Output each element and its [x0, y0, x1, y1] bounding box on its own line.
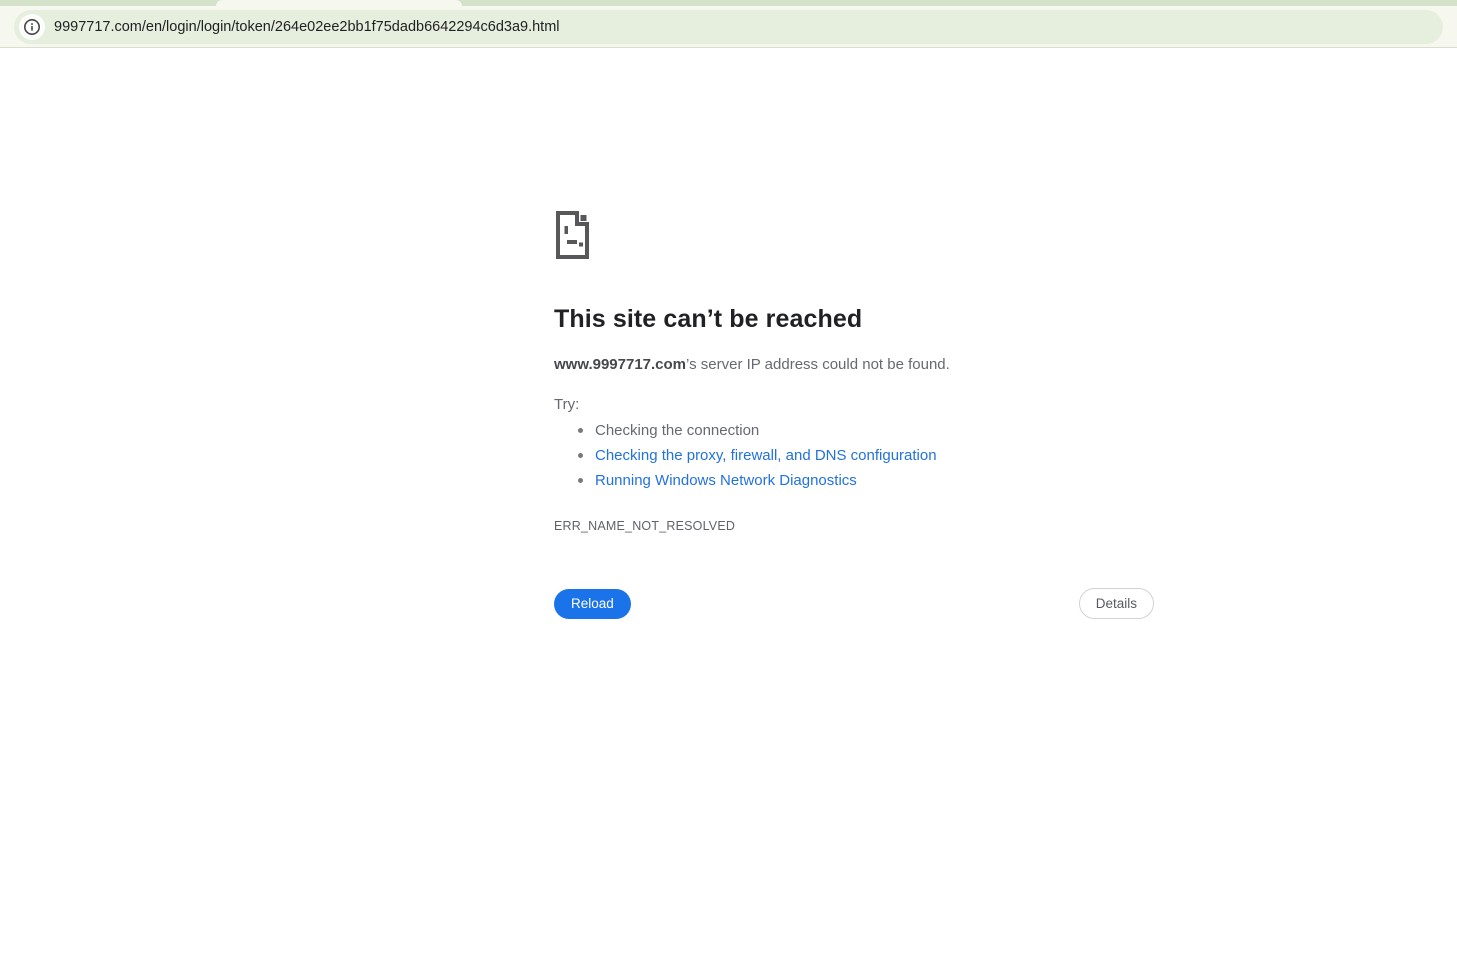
url-text: 9997717.com/en/login/login/token/264e02e… [54, 18, 560, 35]
details-button[interactable]: Details [1078, 588, 1154, 619]
windows-network-diagnostics-link[interactable]: Running Windows Network Diagnostics [595, 472, 857, 489]
error-message-rest: ’s server IP address could not be found. [686, 356, 950, 373]
suggestion-network-diagnostics: Running Windows Network Diagnostics [578, 471, 1154, 490]
error-page: This site can’t be reached www.9997717.c… [0, 48, 1457, 959]
try-label: Try: [554, 396, 580, 413]
reload-button[interactable]: Reload [554, 588, 631, 619]
url-bar[interactable]: 9997717.com/en/login/login/token/264e02e… [14, 9, 1443, 44]
error-code: ERR_NAME_NOT_RESOLVED [554, 519, 736, 533]
suggestion-proxy-firewall-dns: Checking the proxy, firewall, and DNS co… [578, 446, 1154, 465]
suggestion-checking-connection: Checking the connection [578, 421, 1154, 440]
proxy-firewall-dns-link[interactable]: Checking the proxy, firewall, and DNS co… [595, 447, 937, 464]
action-buttons: Reload Details [554, 588, 1154, 619]
site-info-button[interactable] [19, 13, 45, 40]
browser-toolbar: 9997717.com/en/login/login/token/264e02e… [0, 6, 1457, 48]
error-message: www.9997717.com’s server IP address coul… [554, 355, 1154, 375]
info-icon [24, 18, 40, 35]
suggestion-text: Checking the connection [595, 422, 760, 439]
browser-chrome: 9997717.com/en/login/login/token/264e02e… [0, 0, 1457, 48]
error-domain: www.9997717.com [554, 356, 687, 373]
tab-strip [0, 0, 1457, 6]
active-tab[interactable] [216, 0, 462, 6]
suggestions-list: Checking the connection Checking the pro… [554, 421, 1154, 490]
error-content: This site can’t be reached www.9997717.c… [554, 211, 1154, 619]
sad-file-icon [556, 211, 589, 259]
error-title: This site can’t be reached [554, 305, 863, 333]
